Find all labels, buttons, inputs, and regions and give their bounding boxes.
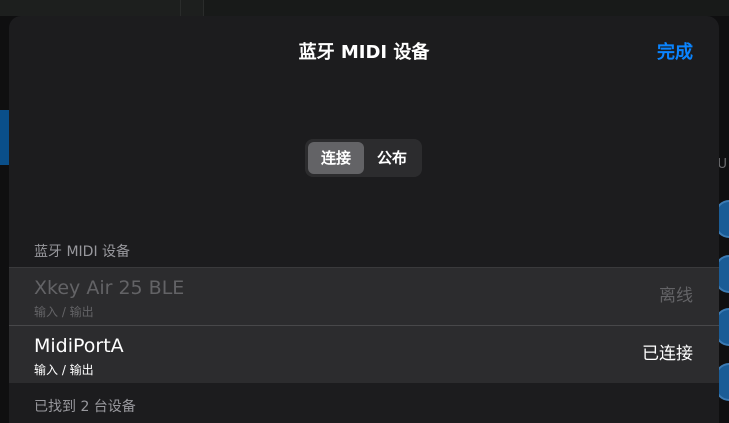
done-button[interactable]: 完成	[657, 38, 693, 64]
bluetooth-midi-sheet: 蓝牙 MIDI 设备 完成 连接 公布 蓝牙 MIDI 设备 Xkey Air …	[9, 16, 719, 423]
device-name: Xkey Air 25 BLE	[34, 277, 185, 299]
device-status: 已连接	[642, 344, 693, 364]
sheet-title: 蓝牙 MIDI 设备	[298, 42, 430, 63]
section-footer: 已找到 2 台设备	[34, 399, 136, 415]
device-status: 离线	[659, 286, 693, 306]
device-io: 输入 / 输出	[34, 363, 94, 377]
segment-connect[interactable]: 连接	[308, 142, 364, 174]
device-row-midiporta[interactable]: MidiPortA 输入 / 输出 已连接	[9, 326, 719, 383]
device-row-xkey[interactable]: Xkey Air 25 BLE 输入 / 输出 离线	[9, 268, 719, 325]
section-header: 蓝牙 MIDI 设备	[34, 244, 131, 260]
segment-advertise[interactable]: 公布	[364, 142, 420, 174]
background-selected-track	[0, 110, 9, 165]
background-toolbar-segment	[0, 0, 181, 16]
background-toolbar-segment	[181, 0, 204, 16]
device-io: 输入 / 输出	[34, 305, 94, 319]
background-toolbar	[0, 0, 729, 16]
device-name: MidiPortA	[34, 335, 124, 357]
mode-segmented-control: 连接 公布	[305, 139, 422, 177]
